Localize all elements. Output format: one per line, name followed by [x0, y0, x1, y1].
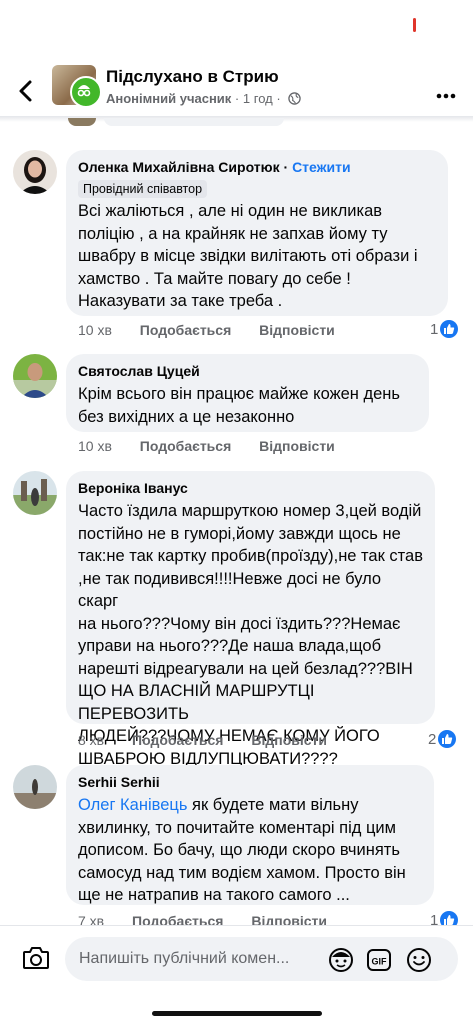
comment-bubble: Serhii Serhii Олег Канівець як будете ма…	[66, 765, 434, 905]
reaction-count[interactable]: 1	[430, 320, 459, 338]
comment-time[interactable]: 10 хв	[78, 322, 112, 338]
comment-composer-bar: Напишіть публічний комен... GIF	[0, 925, 473, 1025]
reply-button[interactable]: Відповісти	[259, 438, 335, 454]
more-options-button[interactable]	[436, 86, 456, 104]
comment-author: Serhii Serhii	[78, 773, 422, 791]
avatar[interactable]	[13, 150, 57, 194]
contributor-badge: Провідний співавтор	[78, 180, 208, 198]
comment-author: Вероніка Іванус	[78, 479, 423, 497]
scrolled-input	[104, 118, 284, 126]
avatar-sticker-button[interactable]	[328, 947, 354, 978]
meta-separator-2: ·	[276, 91, 281, 106]
comment-actions: 10 хв Подобається Відповісти	[78, 322, 359, 338]
comment-input[interactable]: Напишіть публічний комен... GIF	[65, 937, 458, 981]
back-arrow-icon	[19, 80, 32, 102]
camera-button[interactable]	[22, 945, 50, 976]
reply-button[interactable]: Відповісти	[259, 322, 335, 338]
gif-button[interactable]: GIF	[366, 947, 392, 978]
comment-actions: 8 хв Подобається Відповісти	[78, 732, 351, 748]
like-button[interactable]: Подобається	[140, 322, 231, 338]
emoji-icon	[407, 948, 431, 972]
user-mention[interactable]: Олег Канівець	[78, 796, 187, 814]
avatar[interactable]	[13, 765, 57, 809]
more-options-icon	[436, 93, 456, 99]
meta-separator: ·	[234, 91, 240, 106]
avatar[interactable]	[13, 354, 57, 398]
author-name[interactable]: Оленка Михайлівна Сиротюк	[78, 159, 280, 175]
comment-author: Святослав Цуцей	[78, 362, 417, 380]
avatar[interactable]	[13, 471, 57, 515]
dot-separator: ·	[283, 159, 289, 175]
author-label: Анонімний учасник	[106, 91, 232, 106]
avatar-sticker-icon	[329, 948, 353, 972]
comment-bubble: Святослав Цуцей Крім всього він працює м…	[66, 354, 429, 432]
comment-actions: 10 хв Подобається Відповісти	[78, 438, 359, 454]
back-button[interactable]	[13, 78, 39, 104]
reaction-count[interactable]: 2	[428, 730, 457, 748]
reaction-number: 1	[430, 321, 439, 338]
scrolled-avatar	[68, 118, 96, 126]
comment-text: Часто їздила маршруткою номер 3,цей воді…	[78, 502, 423, 768]
svg-text:GIF: GIF	[372, 957, 388, 967]
comment-text: Всі жаліються , але ні один не викликав …	[78, 202, 418, 310]
like-button[interactable]: Подобається	[132, 732, 223, 748]
post-meta: Анонімний учасник · 1 год ·	[106, 91, 302, 106]
post-time[interactable]: 1 год	[243, 91, 273, 106]
author-name[interactable]: Святослав Цуцей	[78, 363, 200, 379]
like-reaction-icon	[438, 730, 457, 748]
recording-indicator	[413, 18, 416, 32]
home-indicator	[152, 1011, 322, 1016]
comment-author: Оленка Михайлівна Сиротюк · Стежити	[78, 158, 436, 176]
author-name[interactable]: Serhii Serhii	[78, 774, 160, 790]
globe-icon	[288, 92, 302, 105]
comment-time[interactable]: 8 хв	[78, 732, 104, 748]
anonymous-participant-icon	[70, 76, 102, 108]
camera-icon	[23, 947, 49, 969]
comment-bubble: Оленка Михайлівна Сиротюк · Стежити Пров…	[66, 150, 448, 316]
like-button[interactable]: Подобається	[140, 438, 231, 454]
reaction-number: 2	[428, 731, 437, 748]
comment-bubble: Вероніка Іванус Часто їздила маршруткою …	[66, 471, 435, 768]
group-name[interactable]: Підслухано в Стрию	[106, 67, 279, 87]
like-reaction-icon	[440, 320, 459, 338]
reply-button[interactable]: Відповісти	[251, 732, 327, 748]
post-header: Підслухано в Стрию Анонімний учасник · 1…	[0, 50, 473, 116]
emoji-button[interactable]	[406, 947, 432, 978]
gif-icon: GIF	[367, 949, 391, 971]
comment-text: Крім всього він працює майже кожен день …	[78, 385, 400, 426]
comment-text: Олег Канівець як будете мати вільну хвил…	[78, 794, 422, 907]
comment-input-placeholder: Напишіть публічний комен...	[79, 950, 290, 967]
comment-time[interactable]: 10 хв	[78, 438, 112, 454]
follow-button[interactable]: Стежити	[292, 159, 351, 175]
author-name[interactable]: Вероніка Іванус	[78, 480, 188, 496]
